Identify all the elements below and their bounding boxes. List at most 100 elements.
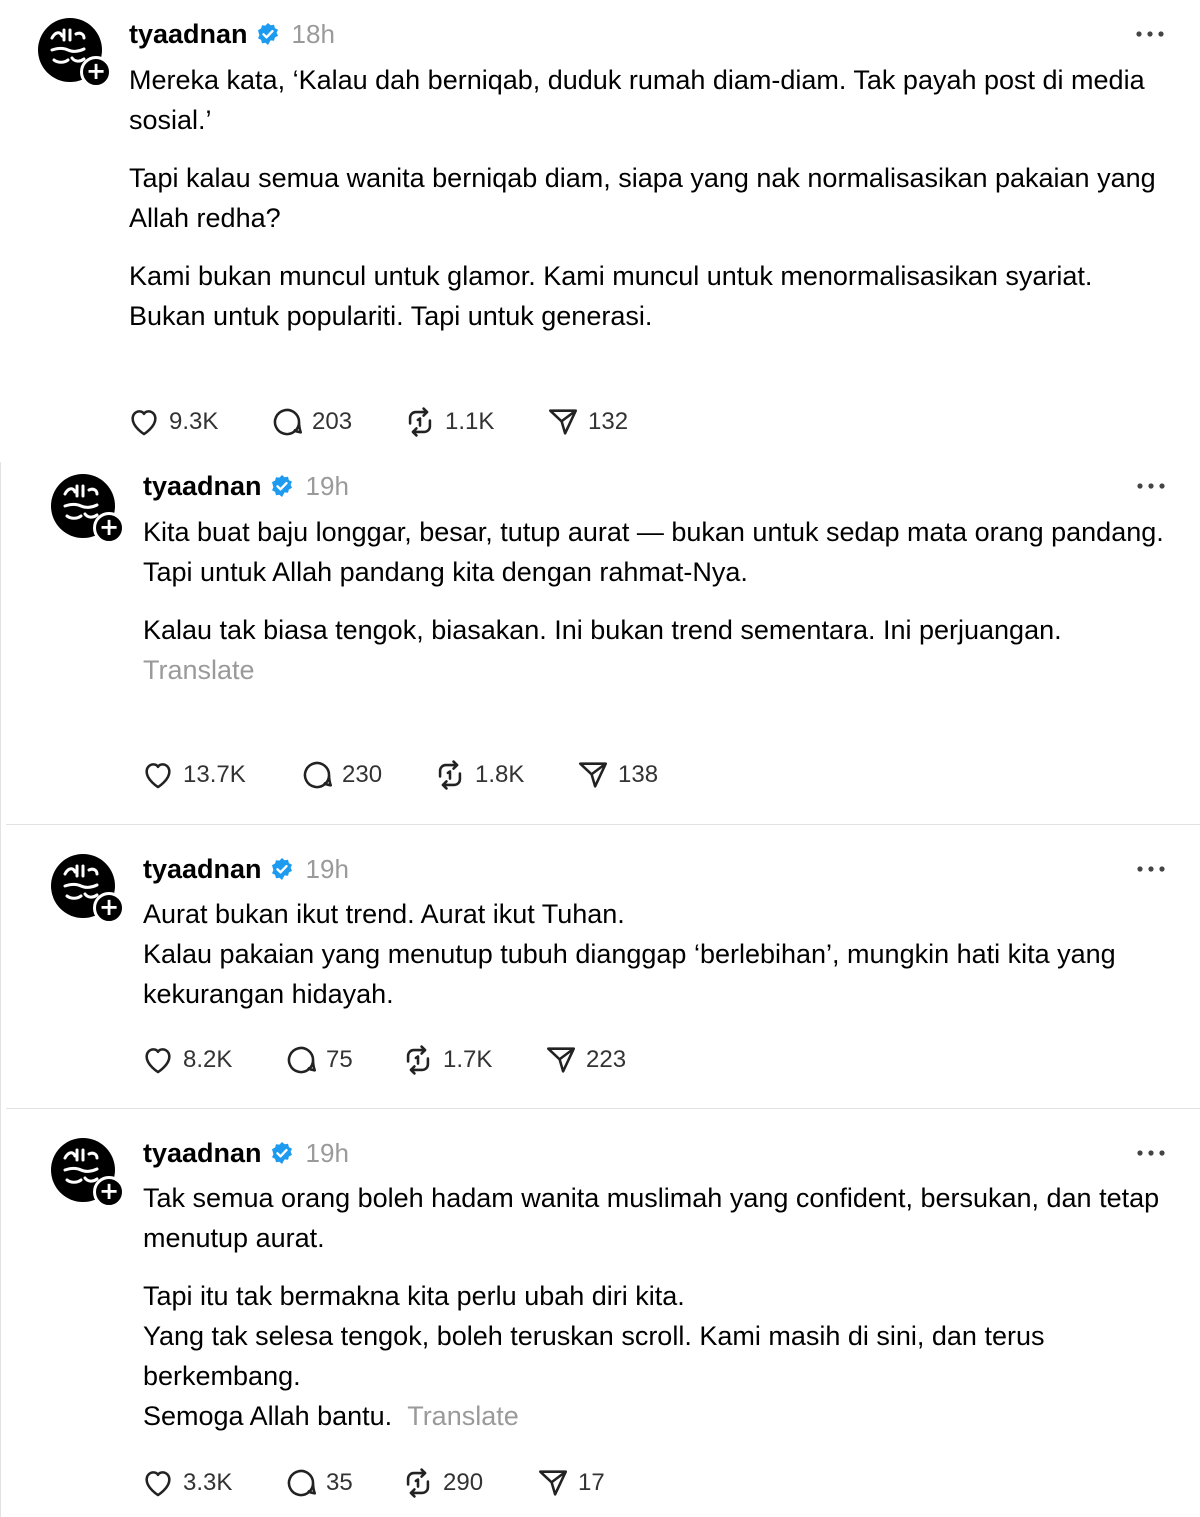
- verified-badge-icon: [257, 23, 278, 45]
- avatar[interactable]: +: [51, 474, 125, 544]
- like-count: 8.2K: [183, 1046, 233, 1073]
- paragraph: Kita buat baju longgar, besar, tutup aur…: [143, 512, 1171, 592]
- like-button[interactable]: 13.7K: [141, 758, 300, 792]
- post-body: Tak semua orang boleh hadam wanita musli…: [143, 1178, 1171, 1436]
- text-line: Tapi untuk Allah pandang kita dengan rah…: [143, 557, 748, 587]
- translate-link[interactable]: Translate: [407, 1401, 519, 1431]
- text-line: Bukan untuk populariti. Tapi untuk gener…: [129, 301, 653, 331]
- repost-count: 1.8K: [475, 761, 525, 788]
- share-send-icon: [546, 1047, 576, 1073]
- text-line: Tapi kalau semua wanita berniqab diam, s…: [129, 163, 1156, 233]
- heart-icon: [131, 410, 157, 436]
- more-options-icon[interactable]: [1135, 1147, 1167, 1159]
- paragraph: Tapi kalau semua wanita berniqab diam, s…: [129, 158, 1170, 238]
- post-time: 19h: [305, 470, 349, 501]
- translate-link[interactable]: Translate: [143, 655, 255, 685]
- share-button[interactable]: 132: [546, 405, 628, 439]
- follow-plus-icon[interactable]: +: [93, 512, 125, 544]
- avatar[interactable]: +: [51, 1138, 125, 1208]
- text-line: Semoga Allah bantu.: [143, 1401, 393, 1431]
- follow-plus-icon[interactable]: +: [93, 1176, 125, 1208]
- repost-button[interactable]: 1.7K: [401, 1043, 544, 1077]
- share-button[interactable]: 138: [576, 758, 658, 792]
- paragraph: Kami bukan muncul untuk glamor. Kami mun…: [129, 256, 1170, 336]
- reply-bubble-icon: [287, 1046, 317, 1074]
- repost-count: 1.7K: [443, 1046, 493, 1073]
- share-button[interactable]: 17: [536, 1466, 605, 1500]
- share-count: 223: [586, 1046, 627, 1073]
- paragraph: Tak semua orang boleh hadam wanita musli…: [143, 1178, 1171, 1258]
- verified-badge-icon: [271, 858, 292, 880]
- paragraph: Tapi itu tak bermakna kita perlu ubah di…: [143, 1276, 1171, 1436]
- reply-count: 75: [326, 1046, 353, 1073]
- more-options-icon[interactable]: [1135, 480, 1167, 492]
- text-line: Mereka kata, ‘Kalau dah berniqab, duduk …: [129, 65, 1145, 135]
- repost-count: 1.1K: [445, 408, 495, 435]
- reply-bubble-icon: [287, 1469, 317, 1497]
- avatar[interactable]: +: [51, 854, 125, 924]
- repost-icon: [438, 760, 462, 790]
- avatar[interactable]: +: [38, 18, 112, 88]
- text-line: Aurat bukan ikut trend. Aurat ikut Tuhan…: [143, 899, 625, 929]
- thread-post: + tyaadnan 18h Mereka kata, ‘Kalau dah b…: [0, 0, 1200, 462]
- repost-icon: [408, 407, 432, 437]
- post-time: 19h: [305, 853, 349, 884]
- thread-post: + tyaadnan 19h Kita buat baju longgar, b…: [0, 462, 1200, 824]
- share-send-icon: [578, 762, 608, 788]
- reply-count: 230: [342, 761, 383, 788]
- text-line: Tak semua orang boleh hadam wanita musli…: [143, 1183, 1160, 1253]
- heart-icon: [145, 1048, 171, 1074]
- like-count: 3.3K: [183, 1469, 233, 1496]
- follow-plus-icon[interactable]: +: [93, 892, 125, 924]
- share-send-icon: [548, 409, 578, 435]
- repost-button[interactable]: 1.8K: [433, 758, 576, 792]
- repost-icon: [406, 1468, 430, 1498]
- reply-bubble-icon: [273, 408, 303, 436]
- reply-button[interactable]: 230: [300, 758, 433, 792]
- follow-plus-icon[interactable]: +: [80, 56, 112, 88]
- text-line: Yang tak selesa tengok, boleh teruskan s…: [143, 1321, 1045, 1391]
- like-button[interactable]: 9.3K: [127, 405, 270, 439]
- post-time: 18h: [291, 18, 335, 49]
- repost-button[interactable]: 1.1K: [403, 405, 546, 439]
- reply-bubble-icon: [303, 761, 333, 789]
- text-line: Kita buat baju longgar, besar, tutup aur…: [143, 517, 1164, 547]
- reply-button[interactable]: 75: [284, 1043, 401, 1077]
- heart-icon: [145, 1471, 171, 1497]
- repost-icon: [406, 1045, 430, 1075]
- reply-button[interactable]: 203: [270, 405, 403, 439]
- reply-count: 35: [326, 1469, 353, 1496]
- text-line: Kalau pakaian yang menutup tubuh diangga…: [143, 939, 1116, 1009]
- post-body: Kita buat baju longgar, besar, tutup aur…: [143, 512, 1171, 690]
- verified-badge-icon: [271, 1142, 292, 1164]
- like-count: 9.3K: [169, 408, 219, 435]
- username[interactable]: tyaadnan: [129, 19, 248, 50]
- paragraph: Kalau tak biasa tengok, biasakan. Ini bu…: [143, 610, 1171, 690]
- repost-button[interactable]: 290: [401, 1466, 536, 1500]
- share-count: 138: [618, 761, 659, 788]
- like-count: 13.7K: [183, 761, 246, 788]
- username[interactable]: tyaadnan: [143, 854, 262, 885]
- thread-post: + tyaadnan 19h Tak semua orang boleh had…: [0, 1108, 1200, 1517]
- share-button[interactable]: 223: [544, 1043, 626, 1077]
- share-count: 132: [588, 408, 629, 435]
- like-button[interactable]: 3.3K: [141, 1466, 284, 1500]
- reply-count: 203: [312, 408, 353, 435]
- paragraph: Aurat bukan ikut trend. Aurat ikut Tuhan…: [143, 894, 1171, 1014]
- text-line: Tapi itu tak bermakna kita perlu ubah di…: [143, 1281, 685, 1311]
- paragraph: Mereka kata, ‘Kalau dah berniqab, duduk …: [129, 60, 1170, 140]
- repost-count: 290: [443, 1469, 484, 1496]
- post-body: Mereka kata, ‘Kalau dah berniqab, duduk …: [129, 60, 1170, 336]
- thread-post: + tyaadnan 19h Aurat bukan ikut trend. A…: [0, 824, 1200, 1108]
- text-line: Kami bukan muncul untuk glamor. Kami mun…: [129, 261, 1093, 291]
- reply-button[interactable]: 35: [284, 1466, 401, 1500]
- verified-badge-icon: [271, 475, 292, 497]
- username[interactable]: tyaadnan: [143, 1138, 262, 1169]
- more-options-icon[interactable]: [1135, 863, 1167, 875]
- more-options-icon[interactable]: [1134, 28, 1166, 40]
- post-time: 19h: [305, 1137, 349, 1168]
- post-body: Aurat bukan ikut trend. Aurat ikut Tuhan…: [143, 894, 1171, 1014]
- username[interactable]: tyaadnan: [143, 471, 262, 502]
- like-button[interactable]: 8.2K: [141, 1043, 284, 1077]
- share-count: 17: [578, 1469, 605, 1496]
